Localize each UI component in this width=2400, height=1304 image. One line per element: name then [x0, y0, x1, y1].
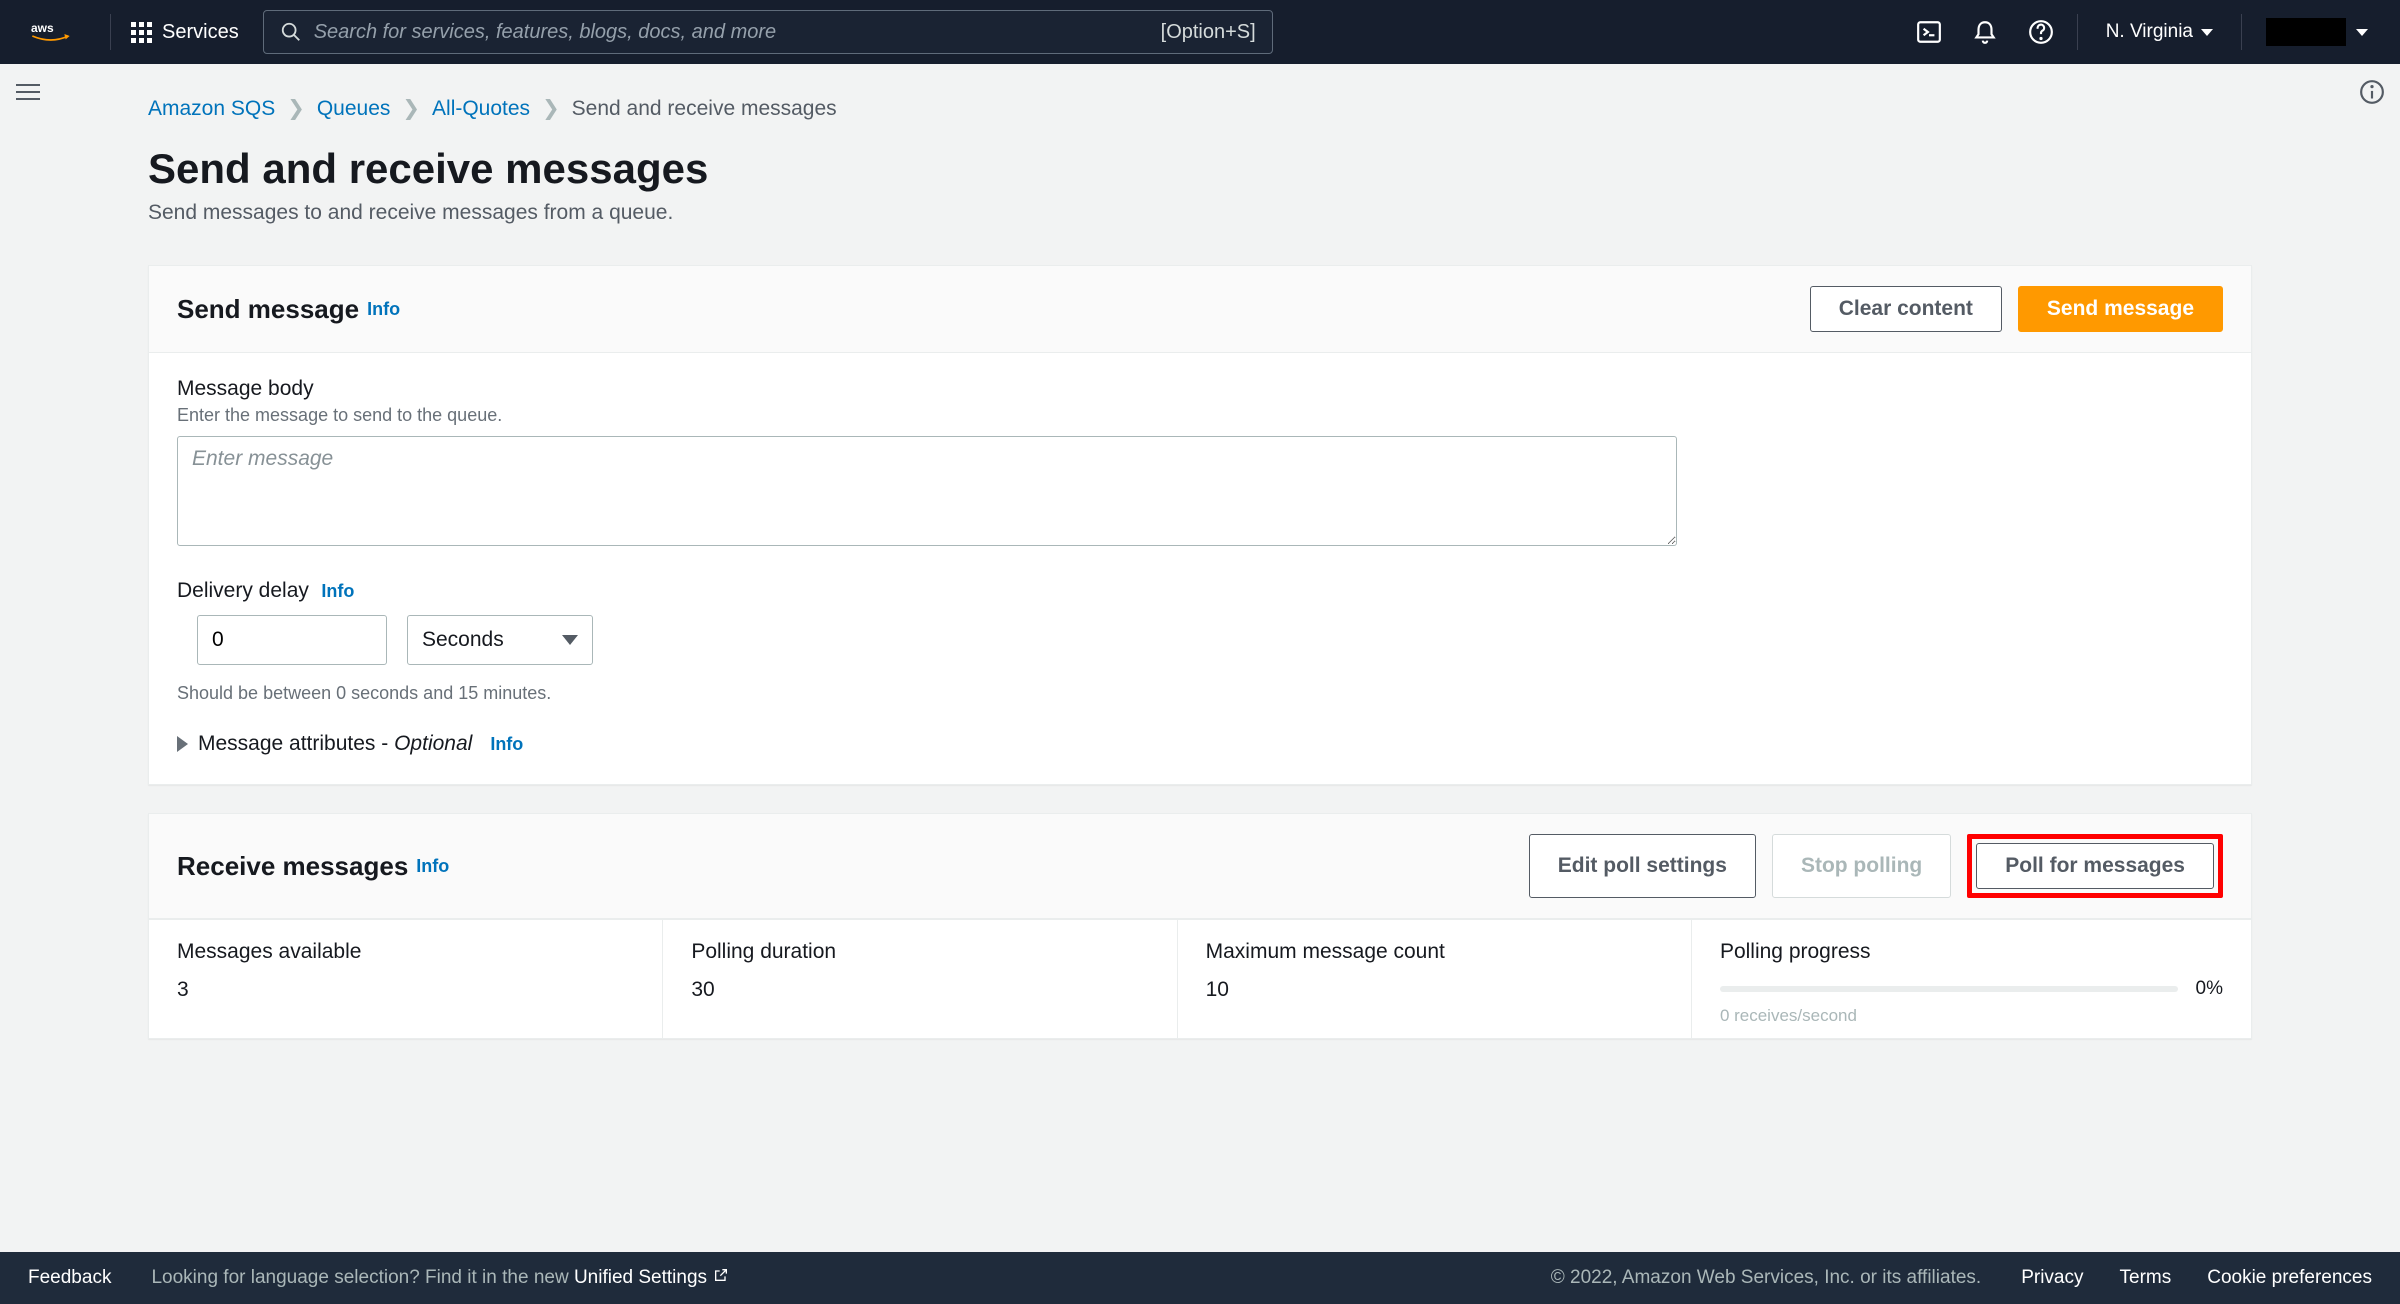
- send-message-panel: Send message Info Clear content Send mes…: [148, 265, 2252, 785]
- page-title: Send and receive messages: [148, 145, 2252, 193]
- message-attributes-expander[interactable]: Message attributes - Optional Info: [177, 732, 2223, 756]
- region-selector[interactable]: N. Virginia: [2086, 21, 2233, 43]
- side-nav-toggle[interactable]: [0, 64, 56, 120]
- cookie-preferences-link[interactable]: Cookie preferences: [2207, 1267, 2372, 1289]
- help-icon: [2028, 19, 2054, 45]
- send-panel-title: Send message: [177, 294, 359, 325]
- stat-label: Maximum message count: [1206, 940, 1663, 964]
- receive-messages-panel: Receive messages Info Edit poll settings…: [148, 813, 2252, 1039]
- delay-unit-value: Seconds: [422, 628, 504, 652]
- caret-down-icon: [2356, 29, 2368, 36]
- search-input[interactable]: [314, 21, 1149, 44]
- chevron-right-icon: ❯: [402, 96, 420, 121]
- stop-polling-button: Stop polling: [1772, 834, 1951, 898]
- delay-constraint-text: Should be between 0 seconds and 15 minut…: [177, 683, 2223, 704]
- search-box[interactable]: [Option+S]: [263, 10, 1273, 54]
- chevron-right-icon: ❯: [542, 96, 560, 121]
- message-body-label: Message body: [177, 377, 2223, 401]
- help-button[interactable]: [2013, 0, 2069, 64]
- notifications-button[interactable]: [1957, 0, 2013, 64]
- terms-link[interactable]: Terms: [2120, 1267, 2172, 1289]
- message-body-hint: Enter the message to send to the queue.: [177, 405, 2223, 426]
- search-shortcut: [Option+S]: [1161, 21, 1256, 44]
- search-icon: [280, 21, 302, 43]
- receive-stats-row: Messages available 3 Polling duration 30…: [149, 919, 2251, 1038]
- region-label: N. Virginia: [2106, 21, 2193, 43]
- stat-max-message-count: Maximum message count 10: [1178, 920, 1692, 1038]
- stat-label: Polling duration: [691, 940, 1148, 964]
- privacy-link[interactable]: Privacy: [2021, 1267, 2083, 1289]
- progress-rate: 0 receives/second: [1720, 1006, 2223, 1026]
- message-attributes-info-link[interactable]: Info: [490, 734, 523, 755]
- grid-icon: [131, 22, 152, 43]
- help-panel-toggle[interactable]: [2344, 64, 2400, 120]
- delivery-delay-info-link[interactable]: Info: [321, 581, 354, 601]
- edit-poll-settings-button[interactable]: Edit poll settings: [1529, 834, 1756, 898]
- info-icon: [2359, 79, 2385, 105]
- external-link-icon: [713, 1267, 729, 1289]
- services-label: Services: [162, 21, 239, 44]
- breadcrumb-root[interactable]: Amazon SQS: [148, 97, 275, 121]
- nav-icons: N. Virginia: [1901, 0, 2384, 64]
- breadcrumb-queues[interactable]: Queues: [317, 97, 391, 121]
- poll-for-messages-button[interactable]: Poll for messages: [1976, 843, 2214, 889]
- account-selector[interactable]: [2250, 18, 2384, 46]
- receive-info-link[interactable]: Info: [416, 856, 449, 877]
- nav-divider: [110, 14, 111, 50]
- delivery-delay-input[interactable]: [197, 615, 387, 665]
- receive-panel-title: Receive messages: [177, 851, 408, 882]
- stat-label: Messages available: [177, 940, 634, 964]
- stat-value: 30: [691, 978, 1148, 1002]
- receive-panel-header: Receive messages Info Edit poll settings…: [149, 814, 2251, 919]
- breadcrumb-current: Send and receive messages: [572, 97, 837, 121]
- main-content: Amazon SQS ❯ Queues ❯ All-Quotes ❯ Send …: [56, 64, 2344, 1252]
- feedback-link[interactable]: Feedback: [28, 1267, 111, 1289]
- aws-logo[interactable]: aws: [16, 20, 86, 44]
- cloudshell-button[interactable]: [1901, 0, 1957, 64]
- triangle-down-icon: [562, 635, 578, 645]
- footer-bar: Feedback Looking for language selection?…: [0, 1252, 2400, 1304]
- nav-divider: [2077, 14, 2078, 50]
- message-body-input[interactable]: [177, 436, 1677, 546]
- services-menu-button[interactable]: Services: [119, 21, 251, 44]
- hamburger-icon: [16, 84, 40, 100]
- nav-divider: [2241, 14, 2242, 50]
- lang-prompt: Looking for language selection? Find it …: [151, 1267, 729, 1289]
- send-message-button[interactable]: Send message: [2018, 286, 2223, 332]
- stat-messages-available: Messages available 3: [149, 920, 663, 1038]
- svg-text:aws: aws: [31, 21, 54, 35]
- send-panel-body: Message body Enter the message to send t…: [149, 353, 2251, 784]
- progress-percent: 0%: [2196, 978, 2223, 1000]
- delivery-delay-label: Delivery delay: [177, 579, 309, 602]
- message-attributes-label: Message attributes - Optional: [198, 732, 472, 756]
- caret-down-icon: [2201, 29, 2213, 36]
- copyright-text: © 2022, Amazon Web Services, Inc. or its…: [1551, 1267, 1981, 1289]
- unified-settings-link[interactable]: Unified Settings: [574, 1267, 729, 1288]
- send-panel-header: Send message Info Clear content Send mes…: [149, 266, 2251, 353]
- cloudshell-icon: [1916, 19, 1942, 45]
- chevron-right-icon: ❯: [287, 96, 305, 121]
- search-wrap: [Option+S]: [263, 10, 1273, 54]
- delivery-delay-unit-select[interactable]: Seconds: [407, 615, 593, 665]
- triangle-right-icon: [177, 736, 188, 752]
- account-name-redacted: [2266, 18, 2346, 46]
- stat-value: 10: [1206, 978, 1663, 1002]
- breadcrumb: Amazon SQS ❯ Queues ❯ All-Quotes ❯ Send …: [148, 96, 2252, 121]
- stat-label: Polling progress: [1720, 940, 2223, 964]
- poll-button-highlight: Poll for messages: [1967, 834, 2223, 898]
- stat-value: 3: [177, 978, 634, 1002]
- page-subtitle: Send messages to and receive messages fr…: [148, 201, 2252, 225]
- bell-icon: [1972, 19, 1998, 45]
- progress-bar: [1720, 986, 2178, 992]
- top-nav: aws Services [Option+S] N. Virginia: [0, 0, 2400, 64]
- stat-polling-progress: Polling progress 0% 0 receives/second: [1692, 920, 2251, 1038]
- stat-polling-duration: Polling duration 30: [663, 920, 1177, 1038]
- send-info-link[interactable]: Info: [367, 299, 400, 320]
- clear-content-button[interactable]: Clear content: [1810, 286, 2002, 332]
- breadcrumb-queue-name[interactable]: All-Quotes: [432, 97, 530, 121]
